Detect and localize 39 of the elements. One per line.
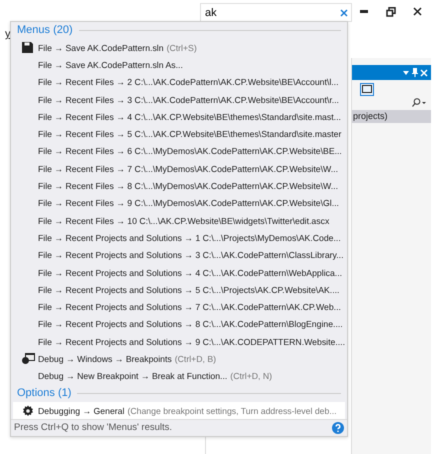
- group-heading: Menus (20): [17, 23, 73, 38]
- result-item[interactable]: File → Recent Files → 6 C:\...\MyDemos\AK.CodePattern\AK.CP.Website\BE...: [13, 142, 345, 160]
- close-icon: [412, 7, 422, 16]
- result-item[interactable]: File → Recent Projects and Solutions → 8 C:\...\AK.CodePattern\BlogEngine....: [13, 316, 345, 334]
- restore-icon: [386, 6, 396, 17]
- result-item[interactable]: Debug → Windows → Breakpoints (Ctrl+D, B): [13, 350, 345, 368]
- result-item[interactable]: Debugging → General (Change breakpoint settings, Turn address-level deb...: [13, 402, 345, 420]
- result-item[interactable]: File → Recent Files → 8 C:\...\MyDemos\AK.CodePattern\AK.CP.Website\W...: [13, 177, 345, 195]
- result-item[interactable]: File → Recent Files → 5 C:\...\AK.CP.Website\BE\themes\Standard\site.master: [13, 125, 345, 143]
- hint-text: Press Ctrl+Q to show 'Menus' results.: [14, 421, 172, 436]
- result-item[interactable]: File → Recent Projects and Solutions → 5 C:\...\Projects\AK.CP.Website\AK....: [13, 281, 345, 298]
- result-item[interactable]: File → Recent Projects and Solutions → 9 C:\...\AK.CODEPATTERN.Website....: [13, 333, 345, 350]
- result-item[interactable]: File → Recent Projects and Solutions → 3 C:\...\AK.CodePattern\ClassLibrary...: [13, 246, 345, 264]
- result-item[interactable]: File → Recent Projects and Solutions → 7 C:\...\AK.CodePattern\AK.CP.Web...: [13, 298, 345, 316]
- result-item[interactable]: File → Recent Files → 2 C:\...\AK.CodePattern\AK.CP.Website\BE\Account\l...: [13, 74, 345, 91]
- result-item[interactable]: File → Recent Files → 3 C:\...\AK.CodePattern\AK.CP.Website\BE\Account\r...: [13, 90, 345, 108]
- breakpoints-window-icon: [22, 353, 35, 364]
- group-heading: Options (1): [17, 386, 72, 402]
- dropdown-icon[interactable]: [403, 70, 410, 74]
- help-icon[interactable]: [332, 422, 344, 434]
- search-icon[interactable]: [412, 98, 426, 107]
- menu-label[interactable]: y: [5, 26, 10, 42]
- result-item[interactable]: File → Recent Projects and Solutions → 1 C:\...\Projects\MyDemos\AK.Code...: [13, 229, 345, 247]
- tree-row[interactable]: projects): [352, 110, 431, 123]
- result-item[interactable]: File → Recent Files → 9 C:\...\MyDemos\AK.CodePattern\AK.CP.Website\Gl...: [13, 194, 345, 212]
- minimize-icon: [360, 10, 368, 14]
- result-item[interactable]: Debug → New Breakpoint → Break at Function... (Ctrl+D, N): [13, 368, 345, 385]
- result-item[interactable]: File → Save AK.CodePattern.sln (Ctrl+S): [13, 39, 345, 56]
- clear-icon[interactable]: [340, 9, 348, 17]
- result-item[interactable]: File → Recent Projects and Solutions → 4 C:\...\AK.CodePattern\WebApplica...: [13, 264, 345, 282]
- result-item[interactable]: File → Save AK.CodePattern.sln As...: [13, 56, 345, 74]
- result-item[interactable]: File → Recent Files → 10 C:\...\AK.CP.Website\BE\widgets\Twitter\edit.ascx: [13, 212, 345, 230]
- gear-icon: [22, 404, 34, 417]
- result-item[interactable]: File → Recent Files → 7 C:\...\MyDemos\AK.CodePattern\AK.CP.Website\W...: [13, 160, 345, 178]
- pin-icon[interactable]: [412, 68, 418, 77]
- search-field[interactable]: ak: [200, 3, 352, 22]
- close-icon[interactable]: [420, 68, 428, 76]
- window-icon[interactable]: [360, 83, 374, 96]
- result-item[interactable]: File → Recent Files → 4 C:\...\AK.CP.Website\BE\themes\Standard\site.mast...: [13, 108, 345, 126]
